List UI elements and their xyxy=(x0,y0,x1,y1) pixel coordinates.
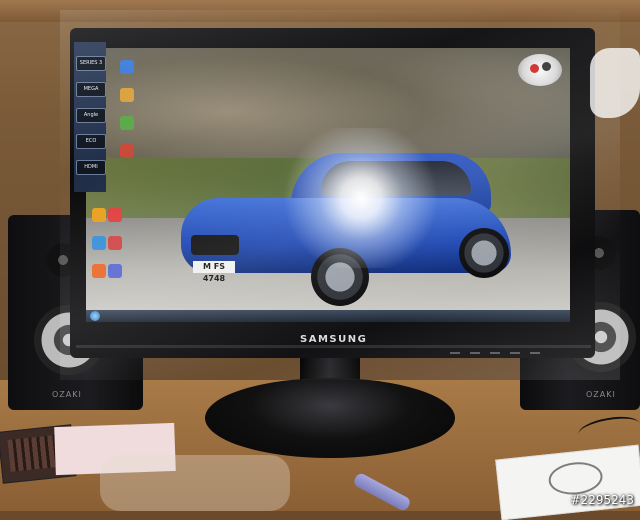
gauge-dial-icon xyxy=(530,64,539,73)
license-plate: M FS 4748 xyxy=(193,261,235,283)
speaker-brand-left: OZAKI xyxy=(52,390,82,399)
monitor-button[interactable] xyxy=(470,352,480,354)
start-button[interactable] xyxy=(90,311,100,321)
bezel-stripe xyxy=(76,345,591,348)
feature-badge: Angle xyxy=(76,108,106,123)
speaker-brand-right: OZAKI xyxy=(586,390,616,399)
photo-watermark: #2295243 xyxy=(570,493,635,507)
monitor-button[interactable] xyxy=(510,352,520,354)
desktop-icon[interactable] xyxy=(92,264,106,278)
car-rear-wheel xyxy=(459,228,509,278)
desktop-icon[interactable] xyxy=(120,116,134,130)
monitor-control-buttons[interactable] xyxy=(450,339,570,354)
desktop-icon[interactable] xyxy=(120,60,134,74)
plastic-bag xyxy=(100,455,290,511)
camera-flash-glare xyxy=(276,128,446,268)
feature-badge: SERIES 3 xyxy=(76,56,106,71)
feature-badge: ECO xyxy=(76,134,106,149)
desktop-icon[interactable] xyxy=(92,236,106,250)
monitor-button[interactable] xyxy=(450,352,460,354)
monitor-brand-logo: SAMSUNG xyxy=(300,334,368,345)
gauge-dial-icon xyxy=(542,62,551,71)
taskbar xyxy=(86,310,570,322)
desktop-icon[interactable] xyxy=(108,236,122,250)
desktop-icon[interactable] xyxy=(92,208,106,222)
monitor-screen: M FS 4748 xyxy=(86,48,570,322)
desktop-icon[interactable] xyxy=(120,144,134,158)
monitor-button[interactable] xyxy=(490,352,500,354)
feature-badge: MEGA xyxy=(76,82,106,97)
feature-badge-strip: SERIES 3 MEGA Angle ECO HDMI xyxy=(74,42,106,192)
desktop-icon[interactable] xyxy=(108,264,122,278)
desktop-icon[interactable] xyxy=(108,208,122,222)
paper-sticker xyxy=(590,48,640,118)
monitor-stand-base xyxy=(205,378,455,458)
power-button[interactable] xyxy=(530,352,540,354)
car-grille xyxy=(191,235,239,255)
shelf-top xyxy=(0,0,640,22)
desktop-gauge-gadget[interactable] xyxy=(518,54,562,86)
feature-badge: HDMI xyxy=(76,160,106,175)
desktop-icon[interactable] xyxy=(120,88,134,102)
